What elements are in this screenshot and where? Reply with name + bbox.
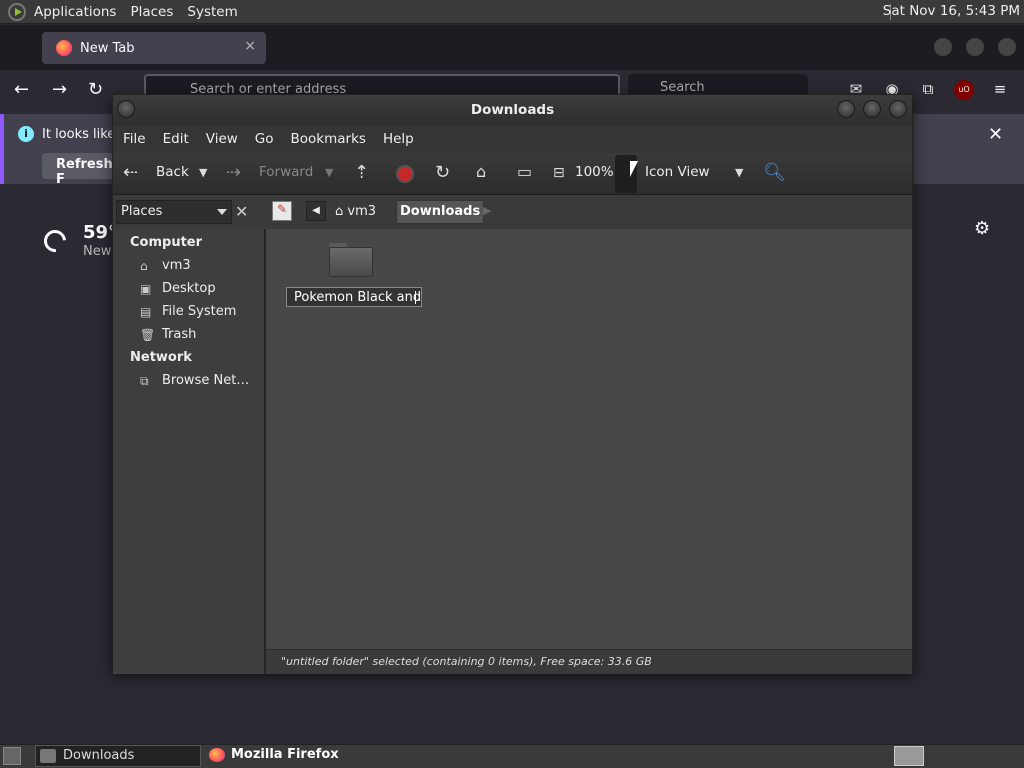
menu-file[interactable]: File (123, 131, 146, 147)
weather-location: New (83, 244, 112, 259)
menu-bookmarks[interactable]: Bookmarks (291, 131, 366, 147)
menu-edit[interactable]: Edit (163, 131, 189, 147)
file-manager-window: Downloads File Edit View Go Bookmarks He… (112, 94, 913, 674)
breadcrumb-scroll-left-icon[interactable]: ◀ (306, 201, 326, 221)
taskbar-firefox[interactable]: Mozilla Firefox (205, 745, 365, 767)
minimize-button[interactable] (837, 100, 855, 118)
extensions-icon[interactable]: ⧉ (918, 80, 938, 100)
firefox-maximize-button[interactable] (966, 38, 984, 56)
breadcrumb-scroll-right-icon: ▶ (483, 204, 492, 217)
menu-go[interactable]: Go (255, 131, 274, 147)
desktop-folder-icon: ▣ (140, 282, 152, 296)
firefox-icon (209, 748, 225, 762)
folder-icon[interactable] (329, 243, 373, 277)
top-panel: Applications Places System Sat Nov 16, 5… (0, 0, 1024, 24)
network-icon: ⧉ (140, 374, 149, 388)
view-mode-select[interactable]: Icon View (645, 164, 710, 180)
drive-icon: ▤ (140, 305, 152, 319)
folder-icon (40, 749, 56, 763)
home-folder-icon: ⌂ (140, 259, 148, 273)
distro-logo-icon[interactable] (8, 2, 26, 21)
workspace-switcher[interactable] (894, 746, 924, 766)
sidebar-type-select[interactable]: Places (116, 200, 232, 224)
file-view[interactable]: Pokemon Black and (266, 229, 912, 649)
menubar: File Edit View Go Bookmarks Help (113, 125, 912, 153)
edit-location-icon[interactable]: ✎ (272, 201, 292, 221)
notification-close-icon[interactable]: ✕ (988, 124, 1003, 145)
reload-icon[interactable]: ↻ (88, 79, 103, 100)
stop-icon[interactable] (396, 165, 414, 183)
settings-gear-icon[interactable]: ⚙ (974, 218, 990, 239)
firefox-favicon-icon (56, 40, 72, 56)
home-folder-icon: ⌂ (335, 204, 348, 219)
taskbar-downloads[interactable]: Downloads (35, 745, 201, 767)
close-sidebar-icon[interactable]: ✕ (235, 202, 248, 221)
notification-text: It looks like (42, 127, 116, 142)
refresh-firefox-button[interactable]: Refresh F (42, 153, 122, 187)
forward-button: Forward (259, 164, 314, 180)
location-bar: Places ✕ ✎ ◀ ⌂ vm3 Downloads ▶ (113, 195, 912, 229)
window-titlebar[interactable]: Downloads (113, 95, 912, 125)
sidebar-item-trash[interactable]: Trash (162, 327, 196, 342)
sidebar-item-vm3[interactable]: vm3 (162, 258, 191, 273)
weather-moon-icon (39, 225, 71, 257)
breadcrumb-downloads[interactable]: Downloads (396, 200, 485, 224)
view-mode-dropdown-icon[interactable]: ▼ (735, 166, 743, 179)
back-button[interactable]: Back (156, 164, 189, 180)
back-arrow-icon[interactable]: ← (14, 79, 29, 100)
up-icon[interactable]: ⇡ (354, 162, 369, 183)
back-history-dropdown-icon[interactable]: ▼ (199, 166, 207, 179)
back-icon[interactable]: ⇠ (123, 162, 138, 183)
breadcrumb-vm3[interactable]: ⌂ vm3 (335, 204, 376, 219)
reload-icon[interactable]: ↻ (435, 162, 450, 183)
menu-system[interactable]: System (187, 4, 237, 20)
menu-places[interactable]: Places (130, 4, 173, 20)
sidebar-item-file-system[interactable]: File System (162, 304, 236, 319)
search-icon[interactable]: 🔍︎ (763, 162, 786, 183)
forward-icon: ⇢ (226, 162, 242, 183)
home-folder-icon[interactable]: ⌂ (476, 162, 486, 181)
chevron-down-icon (217, 209, 227, 215)
firefox-minimize-button[interactable] (934, 38, 952, 56)
clock[interactable]: Sat Nov 16, 5:43 PM (883, 3, 1020, 19)
sidebar-item-browse-network[interactable]: Browse Net… (162, 373, 249, 388)
tab-close-icon[interactable]: × (244, 38, 256, 54)
taskbar-firefox-label: Mozilla Firefox (231, 747, 339, 762)
menu-help[interactable]: Help (383, 131, 414, 147)
sidebar: Computer ⌂ vm3 ▣ Desktop ▤ File System 🗑… (113, 229, 265, 674)
breadcrumb-vm3-label: vm3 (347, 204, 377, 219)
sidebar-heading-computer: Computer (130, 235, 203, 250)
ublock-icon[interactable]: uO (954, 80, 974, 100)
menu-applications[interactable]: Applications (34, 4, 116, 20)
firefox-tab[interactable]: New Tab × (42, 32, 266, 64)
toolbar: ⇠ Back ▼ ⇢ Forward ▼ ⇡ ↻ ⌂ ▭ ⊟ 100% Icon… (113, 153, 912, 195)
computer-icon[interactable]: ▭ (517, 162, 532, 181)
tab-title: New Tab (80, 40, 135, 56)
close-button[interactable] (889, 100, 907, 118)
mouse-cursor-icon (630, 161, 638, 177)
sidebar-type-label: Places (121, 204, 163, 219)
forward-history-dropdown-icon: ▼ (325, 166, 334, 179)
firefox-close-button[interactable] (998, 38, 1016, 56)
sidebar-item-desktop[interactable]: Desktop (162, 281, 216, 296)
trash-icon: 🗑︎ (140, 328, 156, 342)
show-desktop-icon[interactable] (3, 747, 21, 765)
sidebar-heading-network: Network (130, 350, 192, 365)
maximize-button[interactable] (863, 100, 881, 118)
hamburger-menu-icon[interactable]: ≡ (990, 80, 1010, 100)
info-icon: i (18, 126, 34, 142)
menu-view[interactable]: View (206, 131, 238, 147)
window-title: Downloads (470, 102, 555, 118)
forward-arrow-icon[interactable]: → (52, 79, 67, 100)
zoom-level: 100% (575, 164, 614, 180)
status-bar: "untitled folder" selected (containing 0… (266, 649, 912, 674)
rename-field[interactable]: Pokemon Black and (286, 287, 422, 307)
taskbar-downloads-label: Downloads (63, 748, 135, 763)
zoom-out-icon[interactable]: ⊟ (553, 165, 565, 181)
